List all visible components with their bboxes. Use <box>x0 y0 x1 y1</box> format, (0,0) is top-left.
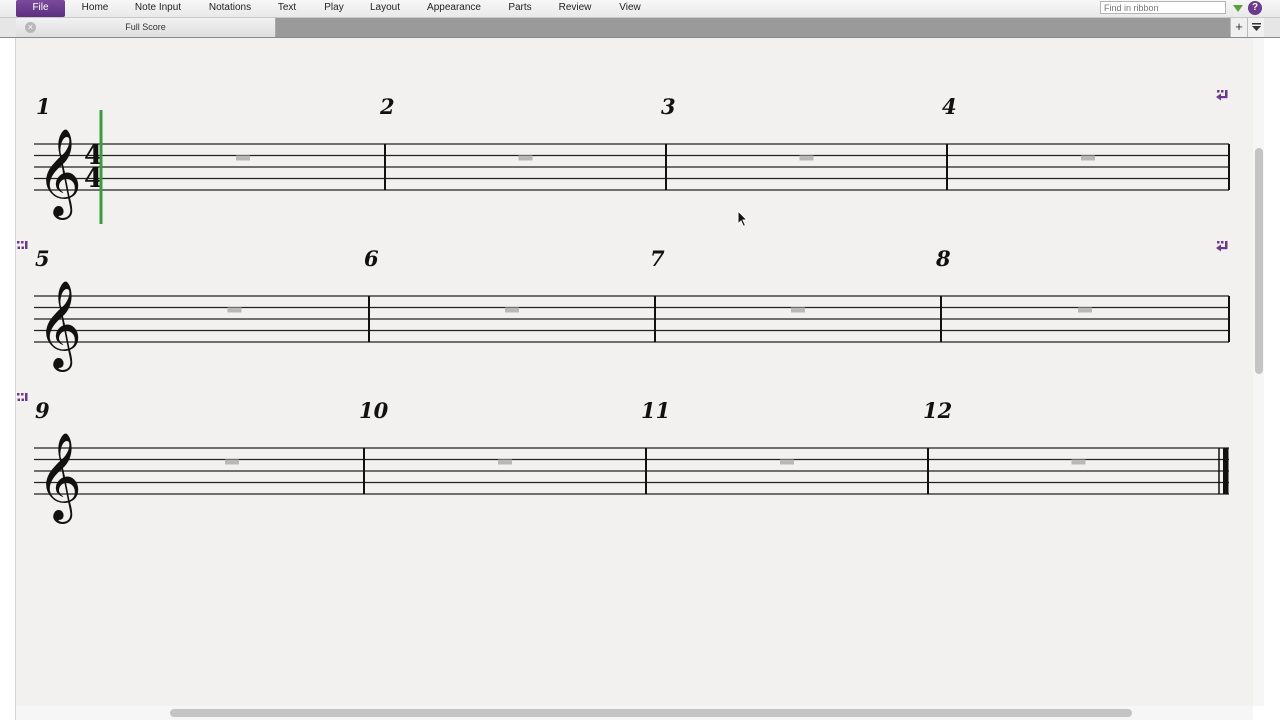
measure-number: 11 <box>641 398 670 423</box>
system-break-icon[interactable] <box>1216 241 1228 252</box>
treble-clef-icon: 𝄞 <box>37 279 82 372</box>
measure-number: 6 <box>364 246 379 271</box>
staff-system[interactable]: 𝄞 9 10 11 12 <box>34 398 1229 524</box>
whole-rest[interactable] <box>791 307 805 313</box>
treble-clef-icon: 𝄞 <box>37 127 82 220</box>
whole-rest[interactable] <box>225 459 239 465</box>
measure-number: 2 <box>379 94 395 119</box>
whole-rest[interactable] <box>799 155 814 161</box>
system-start-icon[interactable] <box>17 393 28 401</box>
measure-number: 9 <box>35 398 50 423</box>
system-break-icon[interactable] <box>1216 90 1228 101</box>
treble-clef-icon: 𝄞 <box>37 431 82 524</box>
whole-rest[interactable] <box>518 155 533 161</box>
whole-rest[interactable] <box>498 459 512 465</box>
mouse-pointer-icon <box>737 210 749 228</box>
final-barline-thick <box>1223 448 1229 494</box>
measure-number: 4 <box>942 94 957 119</box>
measure-number: 7 <box>650 246 665 271</box>
measure-number: 3 <box>661 94 676 119</box>
whole-rest[interactable] <box>505 307 519 313</box>
staff-system[interactable]: 𝄞 441 2 3 4 <box>34 94 1230 224</box>
measure-number: 1 <box>36 94 51 119</box>
whole-rest[interactable] <box>227 307 242 313</box>
measure-number: 10 <box>359 398 389 423</box>
whole-rest[interactable] <box>780 459 794 465</box>
measure-number: 12 <box>923 398 952 423</box>
whole-rest[interactable] <box>1078 307 1092 313</box>
whole-rest[interactable] <box>1081 155 1095 161</box>
measure-number: 8 <box>935 246 951 271</box>
whole-rest[interactable] <box>236 155 250 161</box>
score-notation[interactable]: 𝄞 441 2 3 4𝄞5 6 7 8𝄞9 10 11 12 <box>0 0 1280 720</box>
whole-rest[interactable] <box>1071 459 1086 465</box>
system-start-icon[interactable] <box>17 241 28 249</box>
measure-number: 5 <box>35 246 50 271</box>
staff-system[interactable]: 𝄞 5 6 7 8 <box>34 246 1230 372</box>
